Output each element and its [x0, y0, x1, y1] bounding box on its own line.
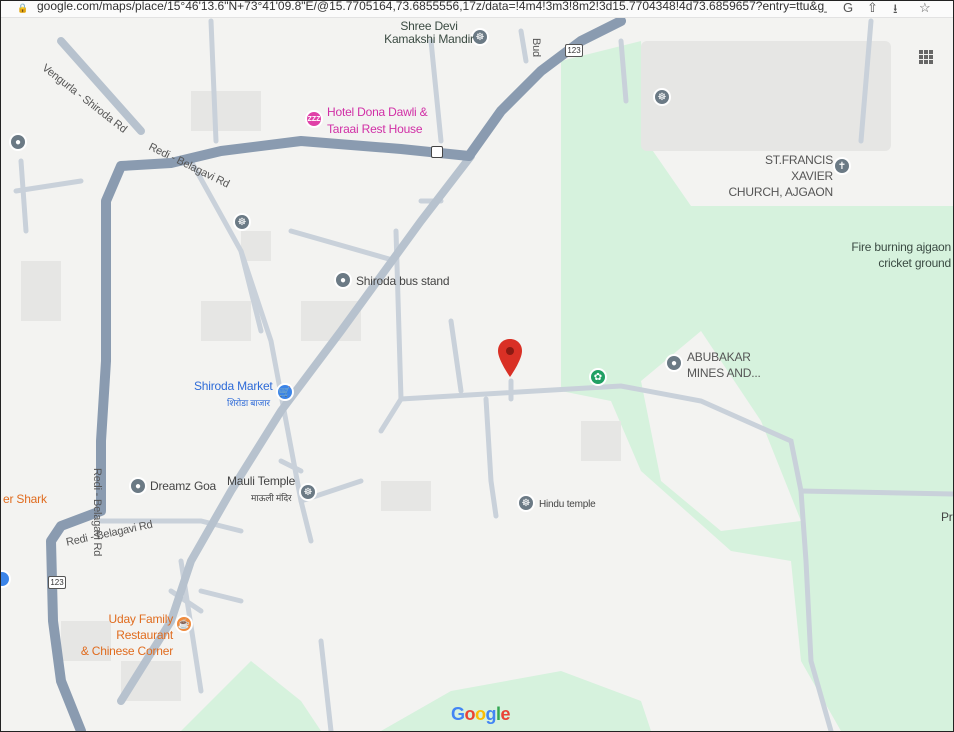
lock-icon[interactable]: 🔒 [17, 3, 28, 13]
restaurant-icon[interactable]: ☕ [175, 615, 193, 633]
star-icon[interactable]: ☆ [919, 1, 931, 16]
place-label-mauli-temple[interactable]: Mauli Temple [227, 475, 295, 488]
place-label-shiroda-market[interactable]: Shiroda Market [194, 380, 273, 393]
secondary-roads [57, 37, 475, 705]
place-label-hotel-dona-dawli[interactable]: Hotel Dona Dawli & Taraai Rest House [327, 104, 447, 138]
place-label-kamakshi-mandir[interactable]: Shree Devi Kamakshi Mandir [379, 20, 479, 46]
share-icon[interactable]: ⇧ [867, 1, 878, 16]
mauli-temple-icon[interactable]: ☸ [299, 483, 317, 501]
hindu-temple-icon[interactable]: ☸ [517, 494, 535, 512]
hotel-icon[interactable]: ZZZ [305, 110, 323, 128]
park-area-southeast [381, 671, 651, 731]
upper-poi-icon[interactable]: ☸ [233, 213, 251, 231]
church-icon[interactable]: ✝ [833, 157, 851, 175]
bus-stop-icon[interactable] [431, 146, 443, 158]
browser-frame: 🔒 google.com/maps/place/15°46'13.6"N+73°… [0, 0, 954, 732]
park-area-south [181, 661, 321, 731]
place-label-pr[interactable]: Pr [941, 511, 953, 524]
address-bar[interactable]: 🔒 google.com/maps/place/15°46'13.6"N+73°… [1, 1, 953, 18]
attraction-icon[interactable]: ✿ [589, 368, 607, 386]
apps-grid-icon[interactable] [919, 50, 933, 64]
place-label-uday-restaurant[interactable]: Uday Family Restaurant & Chinese Corner [51, 611, 173, 659]
west-poi-icon[interactable]: ● [9, 133, 27, 151]
road-label-bud: Bud [530, 38, 542, 57]
north-poi-icon[interactable]: ☸ [653, 88, 671, 106]
google-lens-icon[interactable]: G [843, 1, 853, 15]
google-logo: Google [451, 704, 511, 724]
url-text[interactable]: google.com/maps/place/15°46'13.6"N+73°41… [37, 1, 827, 13]
place-label-cricket-ground[interactable]: Fire burning ajgaon cricket ground [841, 239, 951, 271]
shopping-cart-icon[interactable]: 🛒 [276, 383, 294, 401]
place-label-er-shark[interactable]: er Shark [3, 493, 47, 506]
place-sublabel-mauli-temple: माऊली मंदिर [251, 493, 292, 503]
install-icon[interactable]: ⭳ [893, 1, 898, 22]
route-123-north-shield: 123 [565, 44, 583, 57]
place-label-hindu-temple[interactable]: Hindu temple [539, 498, 596, 511]
route-123-south-shield: 123 [48, 576, 66, 589]
location-icon[interactable]: ● [665, 354, 683, 372]
place-label-abubakar-mines[interactable]: ABUBAKAR MINES AND... [687, 349, 767, 381]
place-label-dreamz-goa[interactable]: Dreamz Goa [150, 480, 216, 493]
place-label-shiroda-bus-stand[interactable]: Shiroda bus stand [356, 275, 450, 288]
dreamz-goa-icon[interactable]: ● [129, 477, 147, 495]
road-label-redi-belagavi-south: Redi - Belagavi Rd [91, 468, 103, 557]
map-canvas[interactable]: Vengurla - Shiroda Rd Redi - Belagavi Rd… [1, 18, 953, 731]
place-label-st-francis[interactable]: ST.FRANCIS XAVIER CHURCH, AJGAON [723, 152, 833, 200]
bus-stand-icon[interactable]: ● [334, 271, 352, 289]
place-sublabel-shiroda-market: शिरोडा बाजार [227, 398, 270, 408]
dropped-pin-icon[interactable] [498, 339, 522, 377]
